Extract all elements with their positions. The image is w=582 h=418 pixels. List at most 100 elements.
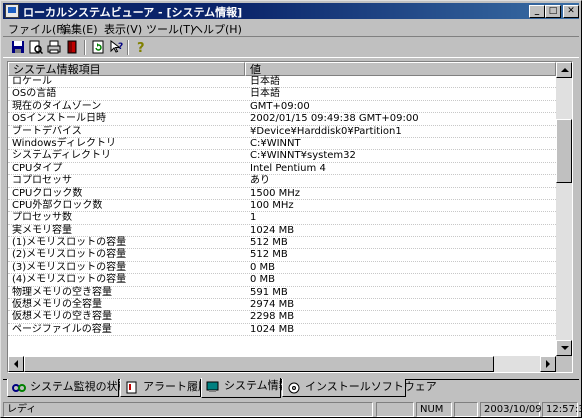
table-row[interactable]: 現在のタイムゾーン GMT+09:00 — [8, 101, 556, 114]
row-item-name: CPU外部クロック数 — [12, 199, 103, 211]
column-header-item[interactable]: システム情報項目 — [8, 62, 245, 76]
row-item-value: 512 MB — [250, 237, 288, 249]
row-item-value: 100 MHz — [250, 199, 294, 211]
tab-label: アラート履歴 — [143, 380, 209, 393]
minimize-button[interactable]: _ — [529, 5, 545, 18]
table-row[interactable]: (3)メモリスロットの容量 0 MB — [8, 262, 556, 275]
status-message: レディ — [3, 402, 373, 417]
menu-file[interactable]: ファイル(F) — [8, 21, 67, 37]
table-row[interactable]: (1)メモリスロットの容量 512 MB — [8, 237, 556, 250]
menu-view[interactable]: 表示(V) — [104, 21, 142, 37]
row-item-name: 実メモリ容量 — [12, 224, 72, 236]
row-item-name: OSインストール日時 — [12, 113, 107, 125]
tab-label: システム情報 — [224, 379, 290, 392]
vertical-scroll-thumb[interactable] — [556, 119, 572, 183]
help-pointer-icon: ? — [110, 40, 123, 53]
row-item-value: 2298 MB — [250, 311, 295, 323]
exit-button[interactable] — [63, 39, 81, 56]
tab-alert-history[interactable]: アラート履歴 — [120, 379, 209, 397]
question-icon: ? — [137, 41, 145, 54]
table-row[interactable]: 仮想メモリの全容量 2974 MB — [8, 299, 556, 312]
row-item-value: 0 MB — [250, 274, 276, 286]
tab-system-info[interactable]: システム情報 — [201, 378, 290, 398]
row-item-name: CPUクロック数 — [12, 187, 83, 199]
row-item-value: 1 — [250, 212, 257, 224]
menu-edit[interactable]: 編集(E) — [60, 21, 98, 37]
save-button[interactable] — [9, 39, 27, 56]
table-row[interactable]: Windowsディレクトリ C:¥WINNT — [8, 138, 556, 151]
row-item-name: (1)メモリスロットの容量 — [12, 237, 127, 249]
row-item-value: あり — [250, 175, 270, 187]
vertical-scrollbar[interactable] — [556, 62, 572, 356]
table-row[interactable]: プロセッサ数 1 — [8, 212, 556, 225]
scroll-up-button[interactable] — [556, 62, 572, 78]
horizontal-scroll-thumb[interactable] — [24, 356, 494, 372]
row-item-value: 591 MB — [250, 286, 288, 298]
row-item-name: (4)メモリスロットの容量 — [12, 274, 127, 286]
row-item-value: 512 MB — [250, 249, 288, 261]
row-item-value: 日本語 — [250, 76, 280, 87]
list-viewport: システム情報項目 値 ロケール 日本語 OSの言語 日本語 現在のタイムゾーン GMT+0… — [8, 62, 556, 356]
row-item-value: 1024 MB — [250, 323, 295, 335]
table-row[interactable]: システムディレクトリ C:¥WINNT¥system32 — [8, 150, 556, 163]
exit-icon — [67, 40, 77, 54]
table-row[interactable]: ロケール 日本語 — [8, 76, 556, 89]
table-row[interactable]: OSの言語 日本語 — [8, 88, 556, 101]
refresh-button[interactable] — [89, 39, 107, 56]
menu-bar: ファイル(F) 編集(E) 表示(V) ツール(T) ヘルプ(H) — [3, 20, 579, 36]
menu-help[interactable]: ヘルプ(H) — [192, 21, 242, 37]
tab-system-monitor[interactable]: システム監視の状態 — [7, 379, 129, 397]
toolbar-separator — [84, 40, 86, 55]
context-help-button[interactable]: ? — [107, 39, 125, 56]
row-item-name: (2)メモリスロットの容量 — [12, 249, 127, 261]
table-row[interactable]: OSインストール日時 2002/01/15 09:49:38 GMT+09:00 — [8, 113, 556, 126]
app-icon[interactable] — [5, 4, 19, 18]
table-row[interactable]: (4)メモリスロットの容量 0 MB — [8, 274, 556, 287]
row-item-name: コプロセッサ — [12, 175, 72, 187]
menu-tools[interactable]: ツール(T) — [146, 21, 194, 37]
horizontal-scrollbar[interactable] — [8, 356, 556, 372]
status-caps — [376, 402, 414, 417]
scroll-left-button[interactable] — [8, 356, 24, 372]
monitor-icon — [12, 384, 26, 392]
print-button[interactable] — [45, 39, 63, 56]
row-item-name: システムディレクトリ — [12, 150, 111, 162]
row-item-value: 1500 MHz — [250, 187, 301, 199]
table-row[interactable]: 実メモリ容量 1024 MB — [8, 224, 556, 238]
scroll-corner — [556, 356, 572, 372]
close-button[interactable]: ✕ — [563, 5, 579, 18]
table-row[interactable]: ページファイルの容量 1024 MB — [8, 323, 556, 337]
table-row[interactable]: ブートデバイス ¥Device¥Harddisk0¥Partition1 — [8, 126, 556, 138]
table-row[interactable]: CPUタイプ Intel Pentium 4 — [8, 163, 556, 176]
table-row[interactable]: CPUクロック数 1500 MHz — [8, 188, 556, 200]
row-item-name: プロセッサ数 — [12, 212, 72, 224]
row-item-name: 物理メモリの空き容量 — [12, 286, 112, 298]
refresh-icon — [92, 40, 104, 54]
table-row[interactable]: (2)メモリスロットの容量 512 MB — [8, 249, 556, 262]
row-item-name: ロケール — [12, 76, 52, 87]
row-item-value: 1024 MB — [250, 224, 295, 236]
print-preview-icon — [29, 40, 43, 54]
app-window: ローカルシステムビューア - [システム情報] _ □ ✕ ファイル(F) 編集… — [0, 0, 582, 418]
scroll-right-button[interactable] — [540, 356, 556, 372]
row-item-name: 仮想メモリの全容量 — [12, 299, 102, 311]
list-rows: ロケール 日本語 OSの言語 日本語 現在のタイムゾーン GMT+09:00 OSインストー… — [8, 76, 556, 337]
print-icon — [47, 40, 61, 54]
status-time: 12:57:31 — [542, 402, 582, 417]
status-bar: レディ NUM 2003/10/09 12:57:31 — [3, 401, 582, 417]
alert-icon — [126, 381, 137, 394]
title-bar[interactable]: ローカルシステムビューア - [システム情報] _ □ ✕ — [3, 3, 579, 19]
system-info-icon — [206, 381, 219, 392]
column-header-value[interactable]: 値 — [245, 62, 556, 76]
print-preview-button[interactable] — [27, 39, 45, 56]
table-row[interactable]: CPU外部クロック数 100 MHz — [8, 199, 556, 213]
table-row[interactable]: コプロセッサ あり — [8, 175, 556, 188]
row-item-value: 2002/01/15 09:49:38 GMT+09:00 — [250, 113, 419, 125]
about-button[interactable]: ? — [132, 39, 150, 56]
maximize-button[interactable]: □ — [545, 5, 561, 18]
row-item-value: 2974 MB — [250, 299, 295, 311]
tab-installed-software[interactable]: インストールソフトウェア — [282, 379, 437, 397]
table-row[interactable]: 物理メモリの空き容量 591 MB — [8, 286, 556, 300]
table-row[interactable]: 仮想メモリの空き容量 2298 MB — [8, 311, 556, 324]
scroll-down-button[interactable] — [556, 340, 572, 356]
